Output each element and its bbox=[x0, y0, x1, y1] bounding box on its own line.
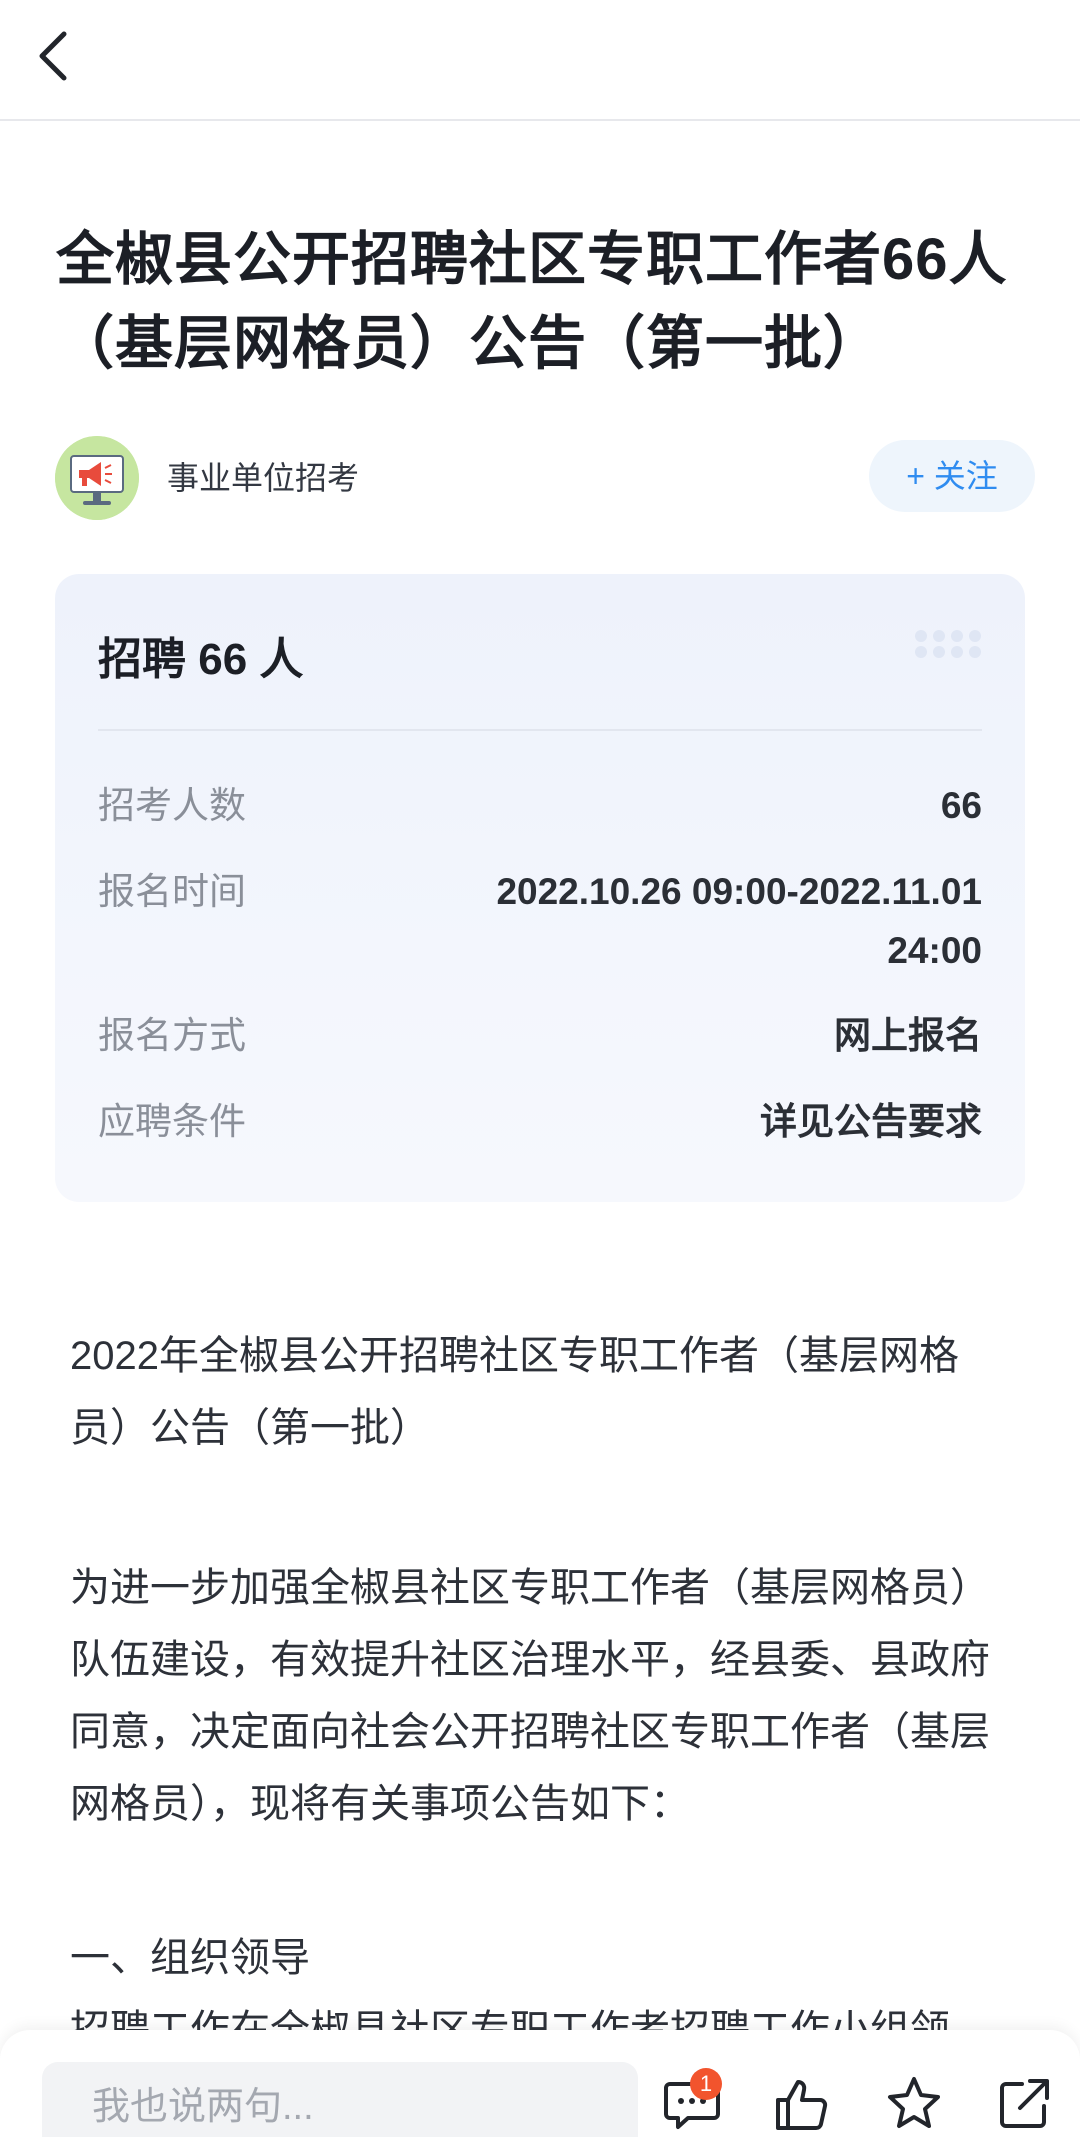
favorite-button[interactable] bbox=[884, 2074, 944, 2134]
author-row: 事业单位招考 + 关注 bbox=[55, 436, 1035, 520]
top-nav bbox=[0, 0, 1080, 121]
article-heading: 2022年全椒县公开招聘社区专职工作者（基层网格员）公告（第一批） bbox=[70, 1334, 959, 1450]
thumbs-up-icon bbox=[776, 2080, 828, 2130]
info-value-time-end: 24:00 bbox=[887, 930, 982, 971]
info-label-method: 报名方式 bbox=[98, 1015, 246, 1056]
article-title: 全椒县公开招聘社区专职工作者66人（基层网格员）公告（第一批） bbox=[56, 227, 1008, 376]
page: 全椒县公开招聘社区专职工作者66人（基层网格员）公告（第一批） 事业单位招考 +… bbox=[0, 0, 1080, 2137]
back-button[interactable] bbox=[24, 26, 84, 86]
recruitment-info-card: 招聘 66 人 招考人数 66 报名时间 2022.10.26 09:00-20… bbox=[55, 574, 1025, 1202]
comment-input[interactable]: 我也说两句... bbox=[42, 2062, 638, 2137]
author-name[interactable]: 事业单位招考 bbox=[167, 456, 359, 500]
info-value-time: 2022.10.26 09:00-2022.11.01 bbox=[496, 871, 982, 912]
info-label-time: 报名时间 bbox=[98, 871, 246, 912]
star-icon bbox=[888, 2077, 940, 2128]
like-button[interactable] bbox=[772, 2074, 832, 2134]
info-value-count: 66 bbox=[940, 785, 982, 826]
chevron-left-icon bbox=[39, 31, 67, 81]
info-label-count: 招考人数 bbox=[98, 785, 246, 826]
megaphone-icon bbox=[55, 436, 139, 520]
bottom-action-bar: 我也说两句... bbox=[0, 2030, 1080, 2137]
card-title: 招聘 66 人 bbox=[98, 635, 304, 684]
share-button[interactable] bbox=[994, 2074, 1054, 2134]
info-label-conditions: 应聘条件 bbox=[98, 1101, 246, 1142]
info-value-method: 网上报名 bbox=[834, 1015, 982, 1056]
card-divider bbox=[98, 729, 982, 731]
dots-decoration-icon bbox=[915, 630, 983, 660]
follow-button[interactable]: + 关注 bbox=[869, 440, 1035, 512]
info-value-conditions: 详见公告要求 bbox=[760, 1101, 982, 1142]
comment-count-badge: 1 bbox=[690, 2068, 722, 2100]
section-title: 一、组织领导 bbox=[70, 1936, 310, 1980]
article-intro: 为进一步加强全椒县社区专职工作者（基层网格员）队伍建设，有效提升社区治理水平，经… bbox=[70, 1566, 990, 1826]
avatar[interactable] bbox=[55, 436, 139, 520]
share-icon bbox=[1000, 2079, 1049, 2128]
